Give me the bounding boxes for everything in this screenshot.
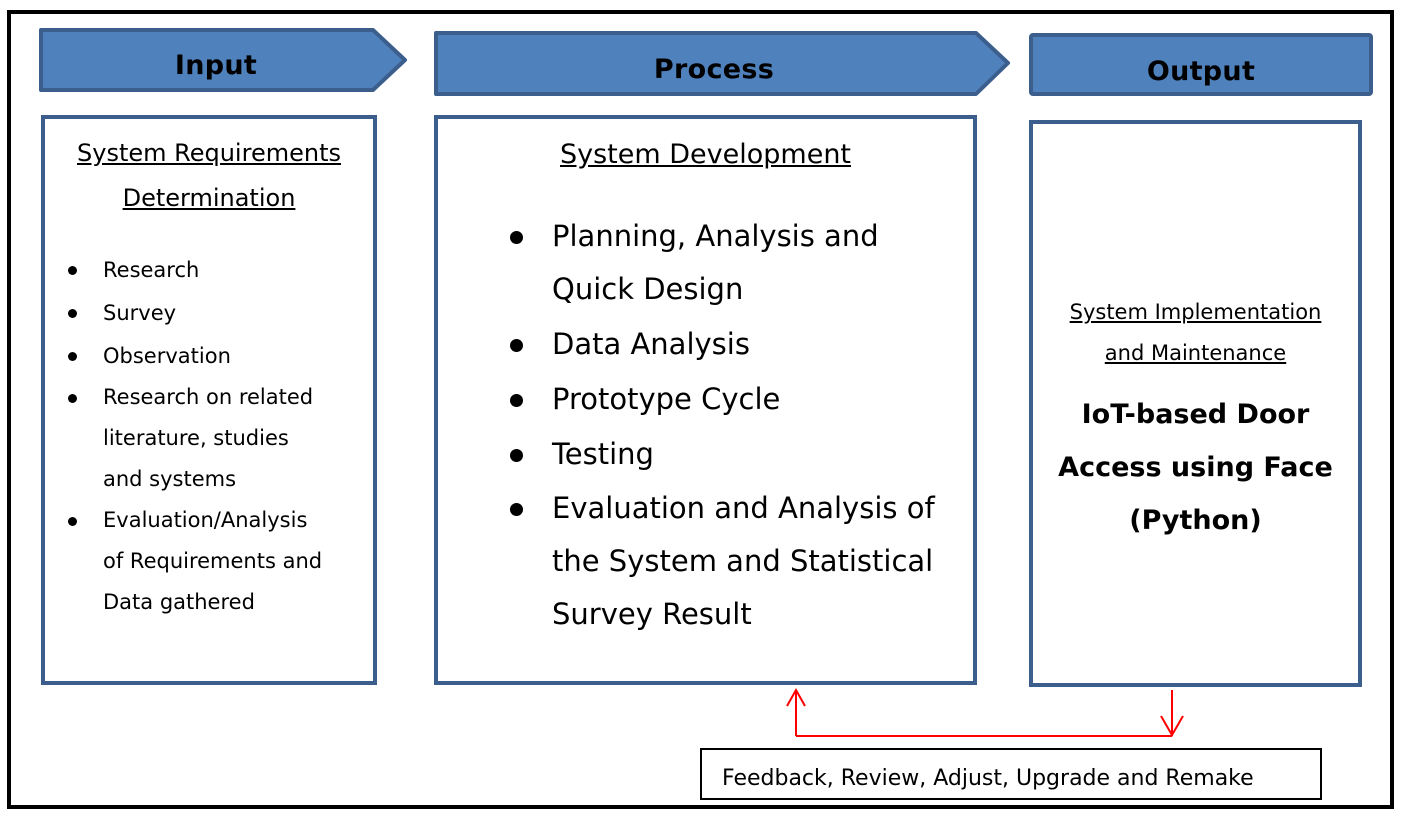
- input-title: System Requirements Determination: [45, 131, 373, 221]
- input-item-text: Data gathered: [103, 590, 255, 614]
- bullet-icon: [510, 231, 523, 244]
- input-item: Observation: [45, 335, 373, 377]
- input-item-text: Observation: [103, 344, 231, 368]
- process-item-text: Prototype Cycle: [552, 382, 781, 416]
- bullet-icon: [68, 266, 77, 275]
- feedback-box: Feedback, Review, Adjust, Upgrade and Re…: [700, 748, 1322, 800]
- process-list: Planning, Analysis and Quick Design Data …: [438, 210, 973, 641]
- input-header-label: Input: [174, 50, 258, 81]
- process-item: Data Analysis: [438, 318, 973, 371]
- bullet-icon: [68, 517, 77, 526]
- bullet-icon: [68, 394, 77, 403]
- input-item-text: of Requirements and: [103, 549, 323, 573]
- input-item-text: Research: [103, 258, 200, 282]
- input-item: Evaluation/Analysis of Requirements and Da…: [45, 500, 373, 623]
- process-item-text: the System and Statistical: [552, 544, 934, 578]
- process-title: System Development: [559, 139, 852, 170]
- bullet-icon: [68, 352, 77, 361]
- process-item-text: Data Analysis: [552, 327, 750, 361]
- input-item: Survey: [45, 292, 373, 334]
- input-item-text: Survey: [103, 301, 177, 325]
- process-item: Testing: [438, 428, 973, 481]
- output-subtitle-line1: System Implementation: [1069, 300, 1322, 324]
- output-subtitle-line2: and Maintenance: [1104, 341, 1287, 365]
- bullet-icon: [510, 394, 523, 407]
- input-title-line2: Determination: [122, 184, 296, 212]
- input-item-text: Research on related: [103, 385, 314, 409]
- output-header-label: Output: [1146, 56, 1256, 87]
- bullet-icon: [510, 339, 523, 352]
- output-main-line3: (Python): [1129, 505, 1262, 536]
- input-box: System Requirements Determination Resear…: [41, 115, 377, 685]
- bullet-icon: [510, 449, 523, 462]
- process-item-text: Planning, Analysis and: [552, 219, 879, 253]
- output-subtitle: System Implementation and Maintenance: [1033, 292, 1358, 374]
- feedback-label: Feedback, Review, Adjust, Upgrade and Re…: [722, 766, 1254, 791]
- input-item-text: Evaluation/Analysis: [103, 508, 308, 532]
- input-item: Research: [45, 249, 373, 291]
- input-title-line1: System Requirements: [77, 139, 341, 167]
- process-item-text: Survey Result: [552, 597, 752, 631]
- input-list: Research Survey Observation Research on …: [45, 249, 373, 623]
- output-main-line1: IoT-based Door: [1081, 399, 1310, 430]
- output-system-name: IoT-based Door Access using Face (Python…: [1033, 388, 1358, 547]
- process-item: Prototype Cycle: [438, 373, 973, 426]
- process-item: Planning, Analysis and Quick Design: [438, 210, 973, 316]
- process-item: Evaluation and Analysis of the System and…: [438, 482, 973, 641]
- process-box: System Development Planning, Analysis an…: [434, 115, 977, 685]
- input-item-text: literature, studies: [103, 426, 289, 450]
- output-box: System Implementation and Maintenance Io…: [1029, 120, 1362, 687]
- process-item-text: Testing: [552, 437, 654, 471]
- bullet-icon: [510, 503, 523, 516]
- process-item-text: Quick Design: [552, 272, 744, 306]
- process-header-label: Process: [653, 54, 775, 85]
- bullet-icon: [68, 309, 77, 318]
- input-item: Research on related literature, studies an…: [45, 377, 373, 500]
- output-main-line2: Access using Face: [1058, 452, 1333, 483]
- process-item-text: Evaluation and Analysis of: [552, 491, 935, 525]
- input-item-text: and systems: [103, 467, 237, 491]
